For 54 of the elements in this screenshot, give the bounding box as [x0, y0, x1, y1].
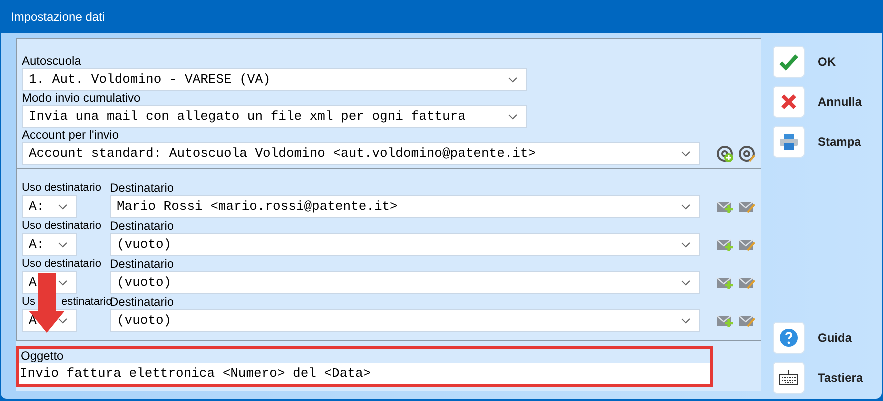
- dropdown-field[interactable]: Mario Rossi <mario.rossi@patente.it>: [110, 195, 700, 218]
- field-label: Destinatario: [110, 219, 176, 233]
- field-label: Uso destinatario: [22, 219, 102, 233]
- envelope-pencil-icon[interactable]: [738, 312, 756, 328]
- field-label: Uso destinatario: [22, 257, 102, 271]
- field-label: Destinatario: [110, 257, 176, 271]
- dropdown-field[interactable]: (vuoto): [110, 309, 700, 332]
- chevron-icon: [681, 150, 692, 156]
- checkmark-icon: [779, 53, 799, 71]
- dropdown-field[interactable]: A:: [22, 195, 77, 218]
- field-label: Destinatario: [110, 295, 176, 309]
- chevron-icon: [681, 204, 691, 210]
- envelope-plus-icon[interactable]: [716, 312, 734, 328]
- dropdown-field[interactable]: (vuoto): [110, 233, 700, 256]
- chevron-icon: [681, 318, 691, 324]
- chevron-icon: [58, 280, 68, 286]
- button-label: Annulla: [818, 94, 862, 111]
- button-label: Guida: [818, 330, 852, 347]
- printer-icon: [779, 133, 799, 151]
- dropdown-field[interactable]: Account standard: Autoscuola Voldomino <aut.voldomino@patente.it>: [22, 142, 700, 165]
- dropdown-field[interactable]: (vuoto): [110, 271, 700, 294]
- window-title: Impostazione dati: [11, 9, 106, 26]
- dropdown-field[interactable]: 1. Aut. Voldomino - VARESE (VA): [22, 68, 527, 91]
- field-label: estinatario: [61, 295, 112, 309]
- chevron-icon: [508, 114, 518, 120]
- chevron-icon: [58, 204, 68, 210]
- envelope-plus-icon[interactable]: [716, 274, 734, 290]
- envelope-pencil-icon[interactable]: [738, 198, 756, 214]
- field-label: Uso destinatario: [22, 181, 102, 195]
- envelope-plus-icon[interactable]: [716, 236, 734, 252]
- subject-field[interactable]: Invio fattura elettronica <Numero> del <Data>: [19, 363, 710, 384]
- keyboard-icon: [779, 370, 799, 386]
- button-label: Tastiera: [818, 370, 864, 387]
- dropdown-field[interactable]: Invia una mail con allegato un file xml per ogni fattura: [22, 105, 527, 128]
- field-label: Destinatario: [110, 181, 176, 195]
- help-icon: [779, 328, 799, 348]
- chevron-icon: [681, 242, 691, 248]
- chevron-icon: [58, 318, 68, 324]
- chevron-icon: [681, 280, 691, 286]
- button-label: Stampa: [818, 134, 862, 151]
- field-label: Account per l'invio: [22, 128, 120, 142]
- field-label: Autoscuola: [22, 54, 82, 68]
- envelope-plus-icon[interactable]: [716, 198, 734, 214]
- button-label: OK: [818, 54, 836, 71]
- toolbar-button[interactable]: [773, 362, 805, 394]
- envelope-pencil-icon[interactable]: [738, 236, 756, 252]
- close-icon: [781, 94, 797, 110]
- dropdown-field[interactable]: A:: [22, 233, 77, 256]
- envelope-pencil-icon[interactable]: [738, 274, 756, 290]
- field-label: Oggetto: [20, 349, 65, 363]
- chevron-icon: [58, 242, 68, 248]
- chevron-icon: [508, 76, 518, 82]
- field-label: Modo invio cumulativo: [22, 91, 142, 105]
- field-label: Us: [22, 295, 36, 309]
